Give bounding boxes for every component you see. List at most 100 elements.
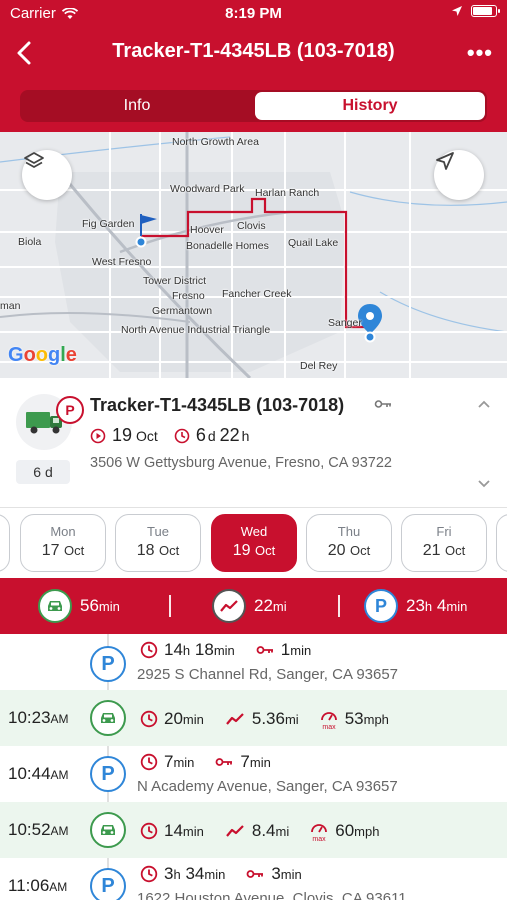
chevron-down-icon[interactable] <box>477 476 491 492</box>
tab-history[interactable]: History <box>255 92 485 120</box>
divider <box>338 595 340 617</box>
duration-unit: min <box>204 867 226 882</box>
day-number: 20 <box>327 542 346 559</box>
battery-icon <box>471 5 500 17</box>
key-icon <box>216 758 233 766</box>
map-view[interactable]: North Growth Area Woodward Park Harlan R… <box>0 132 507 378</box>
duration-unit: min <box>213 643 235 658</box>
summary-distance-unit: mi <box>272 599 287 614</box>
distance-trend-icon <box>226 713 244 725</box>
row-time: 10:23AM <box>8 708 69 728</box>
map-label: Del Rey <box>300 360 338 372</box>
clock-icon <box>174 428 190 443</box>
day-month: Oct <box>64 543 85 558</box>
tab-info[interactable]: Info <box>22 92 252 120</box>
map-label: North Growth Area <box>172 136 259 148</box>
duration-unit: h <box>173 867 181 882</box>
distance-value: 5.36 <box>251 709 285 728</box>
summary-park-value-1: 23 <box>406 596 425 615</box>
nav-bar: Tracker-T1-4345LB (103-7018) ••• <box>0 30 507 76</box>
summary-distance-value: 22 <box>254 596 273 615</box>
row-metrics: 7min 7min <box>140 752 271 772</box>
timeline-row-drive[interactable]: 10:52AM 14min 8.4mi max 60mph <box>0 802 507 858</box>
my-location-button[interactable] <box>434 150 484 200</box>
timeline-row-drive[interactable]: 10:23AM 20min 5.36mi max 53mph <box>0 690 507 746</box>
route-trend-icon <box>212 589 246 623</box>
summary-park-value-2: 4 <box>436 596 447 615</box>
duration-value: 14 <box>164 821 183 840</box>
map-label: Fig Garden <box>82 218 135 230</box>
more-options-button[interactable]: ••• <box>467 40 493 66</box>
map-canvas <box>0 132 507 378</box>
day-picker: Mon 17 Oct Tue 18 Oct Wed 19 Oct Thu 20 … <box>0 508 507 578</box>
day-chip[interactable]: Thu 20 Oct <box>306 514 392 572</box>
distance-trend-icon <box>226 825 244 837</box>
map-label: Quail Lake <box>288 237 339 249</box>
row-address: N Academy Avenue, Sanger, CA 93657 <box>137 778 398 795</box>
day-number: 21 <box>422 542 441 559</box>
day-month: Oct <box>350 543 371 558</box>
max-speed-icon: max <box>311 824 328 842</box>
date-month: Oct <box>136 427 158 444</box>
map-label: man <box>0 300 21 312</box>
map-label: Hoover <box>190 224 224 236</box>
day-number: 17 <box>41 542 60 559</box>
header: Carrier 8:19 PM Tracker-T1-4345LB (103-7… <box>0 0 507 132</box>
row-time-value: 10:52 <box>8 820 51 839</box>
speed-unit: mph <box>354 824 380 839</box>
timeline-row-parked[interactable]: P 14h 18min 1min 2925 S Channel Rd, Sang… <box>0 634 507 690</box>
day-chip[interactable]: Mon 17 Oct <box>20 514 106 572</box>
speed-unit: mph <box>363 712 389 727</box>
car-icon <box>90 812 126 848</box>
duration-badge: 6 d <box>16 460 70 484</box>
google-logo: Google <box>8 344 77 366</box>
duration-unit: min <box>173 755 195 770</box>
back-button[interactable] <box>10 38 40 68</box>
ignition-unit: min <box>290 643 312 658</box>
row-time-ampm: AM <box>50 712 69 726</box>
day-summary-bar: 56min 22mi P 23h 4min <box>0 578 507 634</box>
status-right <box>451 5 500 17</box>
map-label: Germantown <box>152 305 213 317</box>
device-card[interactable]: P 6 d Tracker-T1-4345LB (103-7018) 19 Oc… <box>0 378 507 508</box>
row-time-value: 10:23 <box>8 708 51 727</box>
map-label: Biola <box>18 236 42 248</box>
day-chip-selected[interactable]: Wed 19 Oct <box>211 514 297 572</box>
day-weekday: Fri <box>436 524 452 539</box>
parking-icon: P <box>90 646 126 682</box>
day-chip[interactable]: Fri 21 Oct <box>401 514 487 572</box>
device-name: Tracker-T1-4345LB (103-7018) <box>90 395 345 415</box>
parking-icon: P <box>364 589 398 623</box>
map-label: Harlan Ranch <box>255 187 320 199</box>
map-layers-button[interactable] <box>22 150 72 200</box>
map-label: Tower District <box>143 275 207 287</box>
layers-icon <box>24 152 44 168</box>
day-chip-next[interactable] <box>496 514 507 572</box>
row-time-value: 10:44 <box>8 764 51 783</box>
clock-icon <box>140 641 158 659</box>
key-icon <box>256 646 273 654</box>
day-chip-prev[interactable] <box>0 514 10 572</box>
row-time: 11:06AM <box>8 876 67 896</box>
summary-drive-time: 56min <box>38 589 120 623</box>
summary-distance: 22mi <box>212 589 287 623</box>
timeline-row-parked[interactable]: 10:44AM P 7min 7min N Academy Avenue, Sa… <box>0 746 507 802</box>
map-label: Bonadelle Homes <box>186 240 269 252</box>
speed-value: 60 <box>335 821 355 840</box>
map-label: Clovis <box>237 220 266 232</box>
parked-status-badge: P <box>56 396 84 424</box>
row-time-ampm: AM <box>49 880 68 894</box>
key-icon <box>374 400 391 408</box>
day-month: Oct <box>255 543 276 558</box>
duration-unit: min <box>182 712 204 727</box>
row-metrics: 3h 34min 3min <box>140 864 302 884</box>
map-label: Fresno <box>172 290 205 302</box>
chevron-up-icon[interactable] <box>477 396 491 412</box>
timeline-row-parked[interactable]: 11:06AM P 3h 34min 3min 1622 Houston Ave… <box>0 858 507 900</box>
navigation-arrow-icon <box>436 152 454 170</box>
summary-park-unit-1: h <box>424 599 433 614</box>
parking-icon: P <box>90 756 126 792</box>
day-chip[interactable]: Tue 18 Oct <box>115 514 201 572</box>
play-circle-icon <box>90 428 106 443</box>
ignition-unit: min <box>280 867 302 882</box>
